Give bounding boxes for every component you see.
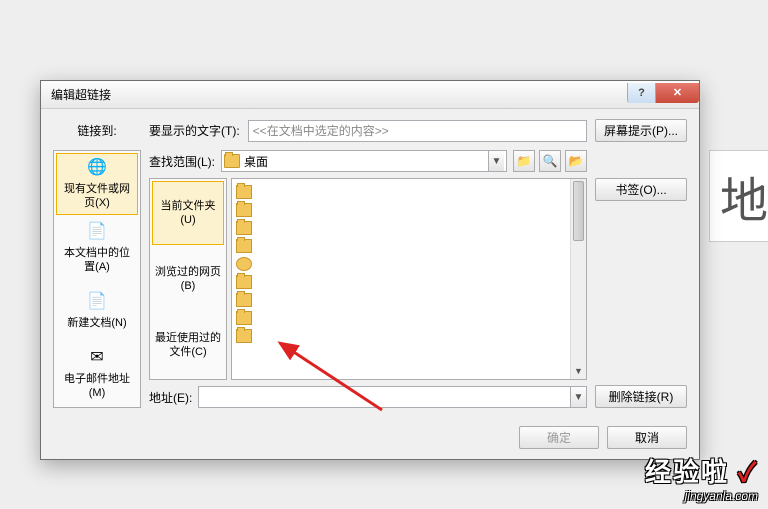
chevron-down-icon[interactable]: ▼: [570, 387, 586, 407]
address-input[interactable]: [199, 387, 570, 407]
address-label: 地址(E):: [149, 389, 192, 406]
document-icon: 📄: [85, 222, 109, 242]
scrollbar-thumb[interactable]: [573, 181, 584, 241]
watermark-text: 经验啦: [645, 457, 729, 487]
folder-icon: [224, 154, 240, 168]
window-buttons: ? ✕: [627, 83, 699, 103]
address-combo[interactable]: ▼: [198, 386, 587, 408]
linkto-panel: 🌐 现有文件或网页(X) 📄 本文档中的位置(A) 📄 新建文档(N) ✉ 电子…: [53, 150, 141, 408]
linkto-email[interactable]: ✉ 电子邮件地址(M): [56, 343, 138, 405]
folder-icon: [236, 185, 252, 199]
list-item[interactable]: [236, 273, 582, 291]
list-item[interactable]: [236, 183, 582, 201]
dialog-body: 链接到: 要显示的文字(T): <<在文档中选定的内容>> 屏幕提示(P)...…: [41, 109, 699, 418]
list-item[interactable]: [236, 255, 582, 273]
list-item[interactable]: [236, 309, 582, 327]
folder-icon: [236, 221, 252, 235]
lookin-label: 查找范围(L):: [149, 153, 215, 170]
list-item[interactable]: [236, 237, 582, 255]
browse-web-button[interactable]: 🔍: [539, 150, 561, 172]
watermark-url: jingyanla.com: [645, 489, 758, 503]
folder-icon: [236, 275, 252, 289]
background-doc-char: 地: [709, 150, 768, 242]
list-item[interactable]: [236, 201, 582, 219]
watermark: 经验啦 ✓ jingyanla.com: [645, 452, 758, 503]
toolbar-icons: 📁 🔍 📂: [513, 150, 587, 172]
new-doc-icon: 📄: [85, 292, 109, 312]
folder-icon: [236, 239, 252, 253]
linkto-label: 电子邮件地址(M): [59, 372, 135, 400]
main-row: 🌐 现有文件或网页(X) 📄 本文档中的位置(A) 📄 新建文档(N) ✉ 电子…: [53, 150, 687, 408]
globe-icon: 🌐: [85, 158, 109, 178]
titlebar[interactable]: 编辑超链接 ? ✕: [41, 81, 699, 109]
open-folder-icon: 📂: [569, 154, 584, 168]
up-folder-icon: 📁: [517, 154, 532, 168]
ok-button[interactable]: 确定: [519, 426, 599, 449]
folder-icon: [236, 203, 252, 217]
bookmark-button[interactable]: 书签(O)...: [595, 178, 687, 201]
vertical-scrollbar[interactable]: ▼: [570, 179, 586, 379]
screentip-button[interactable]: 屏幕提示(P)...: [595, 119, 687, 142]
edit-hyperlink-dialog: 编辑超链接 ? ✕ 链接到: 要显示的文字(T): <<在文档中选定的内容>> …: [40, 80, 700, 460]
list-item[interactable]: [236, 327, 582, 345]
browse-file-button[interactable]: 📂: [565, 150, 587, 172]
dialog-title: 编辑超链接: [51, 86, 627, 103]
right-buttons: 书签(O)... 删除链接(R): [595, 150, 687, 408]
chevron-down-icon[interactable]: ▼: [488, 151, 504, 171]
lookin-value: 桌面: [244, 153, 484, 170]
linkto-label: 本文档中的位置(A): [59, 246, 135, 274]
browser-row: 当前文件夹(U) 浏览过的网页(B) 最近使用过的文件(C): [149, 178, 587, 380]
help-button[interactable]: ?: [627, 83, 655, 103]
list-item[interactable]: [236, 219, 582, 237]
linkto-place-in-doc[interactable]: 📄 本文档中的位置(A): [56, 217, 138, 279]
top-row: 链接到: 要显示的文字(T): <<在文档中选定的内容>> 屏幕提示(P)...: [53, 119, 687, 142]
key-icon: [236, 257, 252, 271]
address-row: 地址(E): ▼: [149, 386, 587, 408]
text-to-display-label: 要显示的文字(T):: [149, 122, 240, 139]
lookin-combo[interactable]: 桌面 ▼: [221, 150, 507, 172]
list-item[interactable]: [236, 291, 582, 309]
folder-icon: [236, 311, 252, 325]
check-icon: ✓: [738, 457, 758, 487]
file-list[interactable]: ▼: [231, 178, 587, 380]
browse-tabs: 当前文件夹(U) 浏览过的网页(B) 最近使用过的文件(C): [149, 178, 227, 380]
up-folder-button[interactable]: 📁: [513, 150, 535, 172]
linkto-label: 现有文件或网页(X): [59, 182, 135, 210]
link-to-label: 链接到:: [53, 122, 141, 139]
close-button[interactable]: ✕: [655, 83, 699, 103]
envelope-icon: ✉: [85, 348, 109, 368]
tab-browsed-pages[interactable]: 浏览过的网页(B): [152, 247, 224, 311]
tab-current-folder[interactable]: 当前文件夹(U): [152, 181, 224, 245]
linkto-label: 新建文档(N): [67, 316, 126, 330]
folder-icon: [236, 329, 252, 343]
lookin-row: 查找范围(L): 桌面 ▼ 📁 🔍 📂: [149, 150, 587, 172]
scroll-down-icon[interactable]: ▼: [571, 363, 586, 379]
search-web-icon: 🔍: [543, 154, 558, 168]
remove-link-button[interactable]: 删除链接(R): [595, 385, 687, 408]
tab-recent-files[interactable]: 最近使用过的文件(C): [152, 313, 224, 377]
center-column: 查找范围(L): 桌面 ▼ 📁 🔍 📂 当前文件夹(U): [149, 150, 587, 408]
dialog-footer: 确定 取消: [41, 418, 699, 459]
cancel-button[interactable]: 取消: [607, 426, 687, 449]
linkto-existing-file[interactable]: 🌐 现有文件或网页(X): [56, 153, 138, 215]
linkto-new-document[interactable]: 📄 新建文档(N): [56, 281, 138, 341]
linkto-box: 🌐 现有文件或网页(X) 📄 本文档中的位置(A) 📄 新建文档(N) ✉ 电子…: [53, 150, 141, 408]
text-to-display-field: <<在文档中选定的内容>>: [248, 120, 587, 142]
folder-icon: [236, 293, 252, 307]
